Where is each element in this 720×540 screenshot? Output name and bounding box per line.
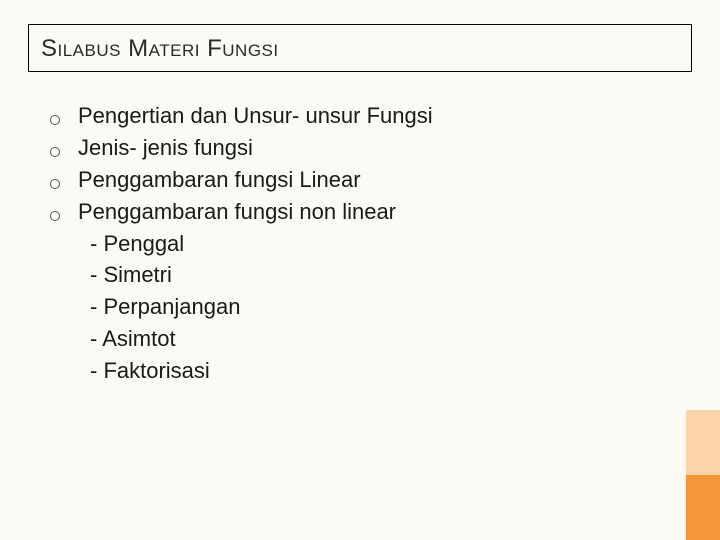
sublist-item: - Asimtot (90, 323, 660, 355)
content-list: Pengertian dan Unsur- unsur Fungsi Jenis… (50, 100, 660, 387)
accent-dark (686, 475, 720, 540)
bullet-icon (50, 179, 60, 189)
list-item-label: Pengertian dan Unsur- unsur Fungsi (78, 100, 433, 132)
list-item: Penggambaran fungsi non linear (50, 196, 660, 228)
accent-light (686, 410, 720, 475)
list-item: Pengertian dan Unsur- unsur Fungsi (50, 100, 660, 132)
bullet-icon (50, 147, 60, 157)
bullet-icon (50, 115, 60, 125)
list-item-label: Jenis- jenis fungsi (78, 132, 253, 164)
list-item: Jenis- jenis fungsi (50, 132, 660, 164)
sublist-item: - Perpanjangan (90, 291, 660, 323)
sublist-item: - Faktorisasi (90, 355, 660, 387)
list-item-label: Penggambaran fungsi non linear (78, 196, 396, 228)
list-item: Penggambaran fungsi Linear (50, 164, 660, 196)
bullet-icon (50, 211, 60, 221)
sublist-item: - Simetri (90, 259, 660, 291)
slide-title: Silabus Materi Fungsi (41, 35, 679, 63)
title-container: Silabus Materi Fungsi (28, 24, 692, 72)
accent-sidebar (686, 410, 720, 540)
sublist-item: - Penggal (90, 228, 660, 260)
list-item-label: Penggambaran fungsi Linear (78, 164, 361, 196)
sublist: - Penggal - Simetri - Perpanjangan - Asi… (90, 228, 660, 387)
